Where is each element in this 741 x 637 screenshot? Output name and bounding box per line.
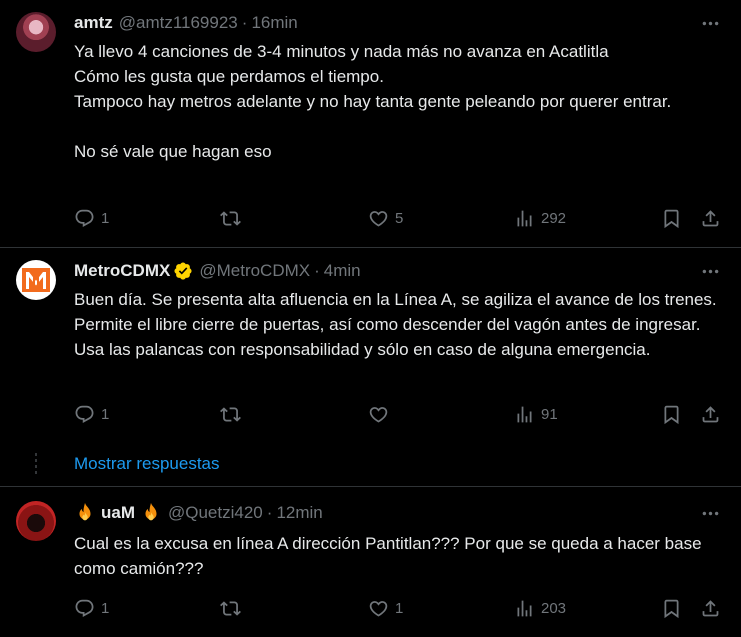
display-name[interactable]: MetroCDMX xyxy=(74,261,170,281)
retweet-button[interactable] xyxy=(220,402,241,426)
thread-dots xyxy=(35,453,37,475)
reply-count: 1 xyxy=(101,599,110,617)
tweet-amtz[interactable]: amtz @amtz1169923 · 16min Ya llevo 4 can… xyxy=(0,0,741,247)
display-name[interactable]: uaM xyxy=(101,503,135,523)
bookmark-icon xyxy=(661,208,682,229)
reply-button[interactable]: 1 xyxy=(74,402,109,426)
timestamp[interactable]: 16min xyxy=(251,13,297,33)
views-icon xyxy=(514,598,535,619)
like-button[interactable] xyxy=(368,402,389,426)
retweet-icon xyxy=(220,404,241,425)
reply-icon xyxy=(74,598,95,619)
separator-dot: · xyxy=(314,261,320,280)
reply-count: 1 xyxy=(101,405,110,423)
user-handle[interactable]: @Quetzi420 xyxy=(168,503,263,523)
more-icon[interactable] xyxy=(699,260,721,282)
reply-icon xyxy=(74,208,95,229)
fire-emoji-icon xyxy=(140,502,162,524)
retweet-icon xyxy=(220,208,241,229)
tweet-uam[interactable]: uaM @Quetzi420 · 12min Cual es la excusa… xyxy=(0,487,741,637)
views-icon xyxy=(514,208,535,229)
views-count: 203 xyxy=(541,599,567,617)
display-name[interactable]: amtz xyxy=(74,13,113,33)
reply-count: 1 xyxy=(101,209,110,227)
reply-button[interactable]: 1 xyxy=(74,596,109,620)
bookmark-icon xyxy=(661,404,682,425)
show-replies-link[interactable]: Mostrar respuestas xyxy=(74,454,220,474)
like-button[interactable]: 1 xyxy=(368,596,403,620)
tweet-text: Cual es la excusa en línea A dirección P… xyxy=(74,534,702,578)
tweet-text: Buen día. Se presenta alta afluencia en … xyxy=(74,290,717,359)
fire-emoji-icon xyxy=(74,502,96,524)
share-icon xyxy=(700,598,721,619)
tweet-header: uaM @Quetzi420 · 12min xyxy=(74,502,725,524)
share-button[interactable] xyxy=(700,206,721,230)
avatar[interactable] xyxy=(16,12,56,52)
reply-icon xyxy=(74,404,95,425)
more-icon[interactable] xyxy=(699,502,721,524)
metro-logo-icon xyxy=(22,268,50,292)
share-icon xyxy=(700,208,721,229)
user-handle[interactable]: @amtz1169923 xyxy=(119,13,238,33)
views-button[interactable]: 91 xyxy=(514,402,558,426)
retweet-icon xyxy=(220,598,241,619)
more-icon[interactable] xyxy=(699,12,721,34)
separator-dot: · xyxy=(266,503,273,522)
avatar[interactable] xyxy=(16,260,56,300)
views-button[interactable]: 203 xyxy=(514,596,566,620)
like-count: 1 xyxy=(395,599,404,617)
bookmark-button[interactable] xyxy=(661,402,682,426)
views-button[interactable]: 292 xyxy=(514,206,566,230)
bookmark-button[interactable] xyxy=(661,206,682,230)
avatar[interactable] xyxy=(16,501,56,541)
verified-badge-icon[interactable] xyxy=(173,261,193,281)
views-icon xyxy=(514,404,535,425)
tweet-header: amtz @amtz1169923 · 16min xyxy=(74,12,725,34)
like-icon xyxy=(368,208,389,229)
views-count: 91 xyxy=(541,405,558,423)
retweet-button[interactable] xyxy=(220,206,241,230)
views-count: 292 xyxy=(541,209,567,227)
user-handle[interactable]: @MetroCDMX xyxy=(199,261,310,281)
retweet-button[interactable] xyxy=(220,596,241,620)
share-button[interactable] xyxy=(700,402,721,426)
share-button[interactable] xyxy=(700,596,721,620)
like-icon xyxy=(368,404,389,425)
like-icon xyxy=(368,598,389,619)
like-count: 5 xyxy=(395,209,404,227)
timestamp[interactable]: 4min xyxy=(324,261,361,281)
bookmark-icon xyxy=(661,598,682,619)
timestamp[interactable]: 12min xyxy=(276,503,322,523)
tweet-header: MetroCDMX @MetroCDMX · 4min xyxy=(74,260,725,282)
reply-button[interactable]: 1 xyxy=(74,206,109,230)
tweet-metrocdmx[interactable]: MetroCDMX @MetroCDMX · 4min Buen día. Se… xyxy=(0,248,741,485)
like-button[interactable]: 5 xyxy=(368,206,403,230)
separator-dot: · xyxy=(241,13,248,32)
share-icon xyxy=(700,404,721,425)
tweet-text: Ya llevo 4 canciones de 3-4 minutos y na… xyxy=(74,42,672,161)
bookmark-button[interactable] xyxy=(661,596,682,620)
